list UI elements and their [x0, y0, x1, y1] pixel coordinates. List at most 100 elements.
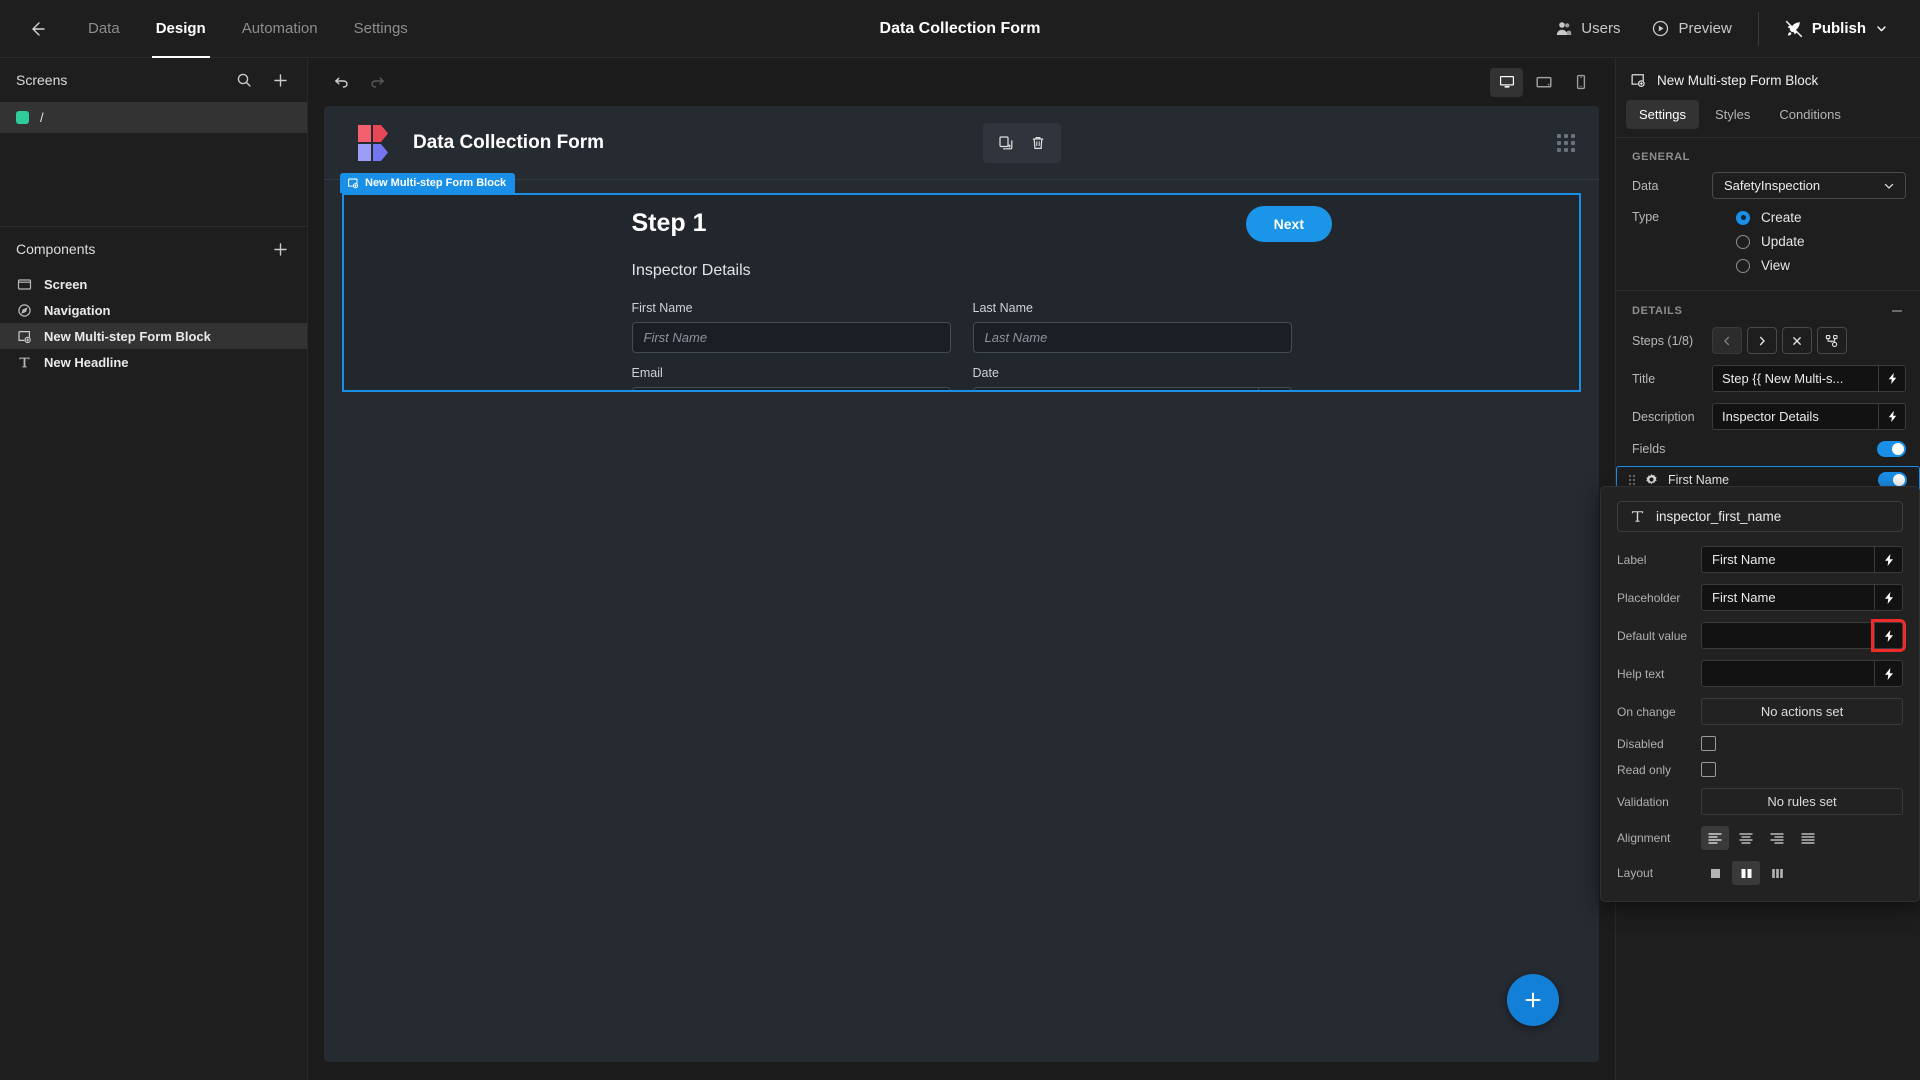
disabled-checkbox[interactable] — [1701, 736, 1716, 751]
step-content: Next Step 1 Inspector Details First Name… — [344, 195, 1579, 390]
search-icon[interactable] — [231, 67, 257, 93]
add-component-icon[interactable] — [267, 236, 293, 262]
canvas-toolbar — [308, 58, 1615, 106]
align-right-button[interactable] — [1763, 826, 1791, 850]
next-button[interactable]: Next — [1245, 206, 1332, 242]
read-only-checkbox[interactable] — [1701, 762, 1716, 777]
collapse-details-icon[interactable] — [1890, 304, 1904, 318]
step-description-input[interactable]: Inspector Details — [1712, 403, 1878, 430]
top-bar-actions: Users Preview Publish — [1539, 0, 1920, 57]
radio-icon — [1736, 210, 1750, 225]
type-option-create[interactable]: Create — [1736, 210, 1802, 225]
undo-icon[interactable] — [326, 67, 356, 97]
field-label: Date — [972, 366, 999, 380]
date-input[interactable]: Date — [972, 387, 1292, 390]
data-source-select[interactable]: SafetyInspection — [1712, 172, 1906, 199]
field-label: Last Name — [972, 301, 1033, 315]
tab-settings[interactable]: Settings — [1626, 100, 1699, 129]
row-label: Label — [1617, 552, 1647, 567]
field-label: Email — [631, 366, 663, 380]
description-label: Description — [1632, 409, 1695, 424]
divider — [1757, 11, 1759, 46]
tab-styles[interactable]: Styles — [1702, 100, 1763, 129]
component-item-multistep-form-block[interactable]: New Multi-step Form Block — [0, 323, 307, 349]
tab-design[interactable]: Design — [138, 12, 224, 58]
label-binding-bolt-icon[interactable] — [1874, 546, 1903, 573]
multistep-form-block[interactable]: Next Step 1 Inspector Details First Name… — [342, 193, 1581, 392]
default-value-binding-bolt-icon[interactable] — [1871, 619, 1906, 652]
calendar-icon[interactable] — [1257, 388, 1291, 390]
tab-data[interactable]: Data — [70, 12, 138, 45]
step-title-input[interactable]: Step {{ New Multi-s... — [1712, 365, 1878, 392]
field-key-input[interactable]: inspector_first_name — [1617, 501, 1903, 532]
layout-three-column-button[interactable] — [1763, 861, 1791, 885]
align-justify-button[interactable] — [1794, 826, 1822, 850]
on-change-actions-button[interactable]: No actions set — [1701, 698, 1903, 725]
tab-automation[interactable]: Automation — [224, 12, 336, 45]
step-delete-button[interactable] — [1782, 327, 1812, 354]
validation-rules-button[interactable]: No rules set — [1701, 788, 1903, 815]
default-value-input[interactable] — [1701, 622, 1874, 649]
popup-row-placeholder: Placeholder First Name — [1617, 584, 1903, 611]
drag-handle-icon[interactable] — [1557, 133, 1575, 152]
duplicate-icon[interactable] — [993, 130, 1019, 156]
users-button[interactable]: Users — [1539, 12, 1636, 45]
redo-icon[interactable] — [362, 67, 392, 97]
screen-item-root[interactable]: / — [0, 102, 307, 133]
brand-logo-icon — [358, 124, 396, 162]
layout-two-column-button[interactable] — [1732, 861, 1760, 885]
align-center-button[interactable] — [1732, 826, 1760, 850]
step-prev-button[interactable] — [1712, 327, 1742, 354]
type-option-update[interactable]: Update — [1736, 234, 1805, 249]
top-nav: Data Design Automation Settings — [70, 12, 426, 58]
gear-icon[interactable] — [1645, 473, 1658, 486]
row-label: On change — [1617, 704, 1676, 719]
help-text-binding-bolt-icon[interactable] — [1874, 660, 1903, 687]
component-item-screen[interactable]: Screen — [0, 271, 307, 297]
layout-group — [1701, 861, 1791, 885]
chevron-down-icon — [1882, 179, 1896, 193]
users-icon — [1555, 20, 1572, 37]
step-title-binding-bolt-icon[interactable] — [1878, 365, 1906, 392]
step-next-button[interactable] — [1747, 327, 1777, 354]
add-block-fab[interactable] — [1507, 974, 1559, 1026]
last-name-input[interactable]: Last Name — [972, 322, 1292, 353]
first-name-input[interactable]: First Name — [631, 322, 951, 353]
component-item-navigation[interactable]: Navigation — [0, 297, 307, 323]
block-selection-tag: New Multi-step Form Block — [340, 173, 516, 193]
back-button[interactable] — [18, 10, 56, 48]
type-option-view[interactable]: View — [1736, 258, 1790, 273]
right-panel-title: New Multi-step Form Block — [1657, 72, 1819, 88]
email-input[interactable]: Email — [631, 387, 951, 390]
text-type-icon — [1630, 509, 1645, 524]
publish-label: Publish — [1811, 20, 1866, 37]
publish-button[interactable]: Publish — [1769, 12, 1904, 46]
tab-conditions[interactable]: Conditions — [1766, 100, 1853, 129]
help-text-input[interactable] — [1701, 660, 1874, 687]
preview-button[interactable]: Preview — [1636, 12, 1747, 45]
canvas-viewport: Data Collection Form New Multi-step Form… — [308, 106, 1615, 1080]
trash-icon[interactable] — [1025, 130, 1051, 156]
tab-settings[interactable]: Settings — [336, 12, 426, 45]
form-field-first-name: First Name First Name — [631, 301, 951, 353]
device-tablet-button[interactable] — [1527, 68, 1560, 97]
details-section-title: DETAILS — [1616, 291, 1920, 327]
placeholder-input[interactable]: First Name — [1701, 584, 1874, 611]
step-description-binding-bolt-icon[interactable] — [1878, 403, 1906, 430]
field-properties-popup: inspector_first_name Label First Name Pl… — [1600, 486, 1920, 902]
placeholder-binding-bolt-icon[interactable] — [1874, 584, 1903, 611]
component-item-headline[interactable]: New Headline — [0, 349, 307, 375]
layout-one-column-button[interactable] — [1701, 861, 1729, 885]
add-screen-icon[interactable] — [267, 67, 293, 93]
left-sidebar: Screens / Components Screen Navigation N… — [0, 58, 308, 1080]
fields-master-toggle[interactable] — [1877, 441, 1906, 457]
step-add-branch-button[interactable] — [1817, 327, 1847, 354]
row-label: Help text — [1617, 666, 1665, 681]
device-mobile-button[interactable] — [1564, 68, 1597, 97]
drag-handle-icon[interactable] — [1629, 474, 1635, 485]
device-desktop-button[interactable] — [1490, 67, 1523, 97]
align-left-button[interactable] — [1701, 826, 1729, 850]
popup-row-label: Label First Name — [1617, 546, 1903, 573]
label-input[interactable]: First Name — [1701, 546, 1874, 573]
form-field-grid: First Name First Name Last Name Last Nam… — [631, 301, 1292, 390]
